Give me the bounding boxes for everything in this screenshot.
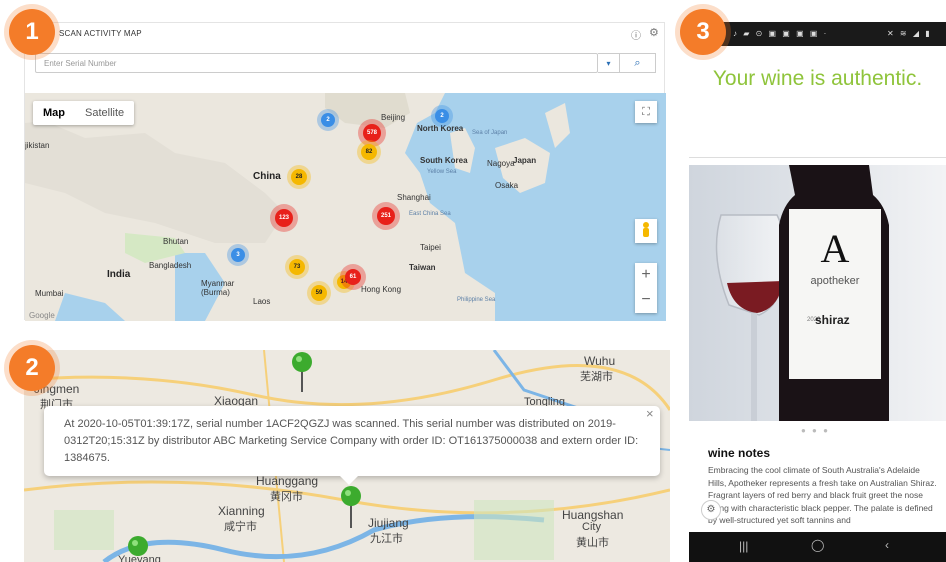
map-label-shanghai: Shanghai bbox=[397, 193, 431, 202]
map-label-huangshan: Huangshan bbox=[562, 508, 624, 522]
mobile-authentication-screen: ♪ ▰ ⊙ ▣ ▣ ▣ ▣ · ✕ ≋ ◢ ▮ Your wine is aut… bbox=[689, 22, 946, 562]
map-label-xianning-zh: 咸宁市 bbox=[224, 521, 257, 533]
map-type-toggle: Map Satellite bbox=[33, 101, 135, 125]
step-badge: 1 bbox=[9, 9, 55, 55]
step-badge: 3 bbox=[680, 9, 726, 55]
map-label-tajikistan: jikistan bbox=[25, 141, 50, 150]
wine-bottle-photo[interactable]: A apotheker 2020 shiraz bbox=[689, 165, 946, 421]
scan-cluster[interactable]: 2 bbox=[435, 109, 449, 123]
scan-cluster[interactable]: 82 bbox=[361, 144, 377, 160]
map-label-china: China bbox=[253, 171, 281, 182]
map-label-taiwan: Taiwan bbox=[409, 263, 436, 272]
map-view[interactable]: Map Satellite ⛶ + − China India North Ko… bbox=[25, 93, 666, 321]
scan-info-popup: At 2020-10-05T01:39:17Z, serial number 1… bbox=[44, 406, 660, 476]
map-pin-icon[interactable] bbox=[339, 484, 363, 530]
scan-cluster[interactable]: 123 bbox=[275, 209, 293, 227]
dropdown-caret-icon[interactable]: ▾ bbox=[598, 53, 620, 73]
wine-notes-heading: wine notes bbox=[708, 446, 771, 460]
map-label-wuhu-zh: 芜湖市 bbox=[580, 371, 613, 383]
popup-tail bbox=[340, 476, 358, 485]
scan-cluster[interactable]: 578 bbox=[363, 124, 381, 142]
map-label-wuhu: Wuhu bbox=[584, 354, 616, 368]
scan-cluster[interactable]: 251 bbox=[377, 207, 395, 225]
map-label-osaka: Osaka bbox=[495, 181, 519, 190]
street-view-pegman-icon[interactable] bbox=[635, 219, 657, 243]
settings-icon[interactable]: ⚙ bbox=[701, 500, 721, 520]
map-label-nagoya: Nagoya bbox=[487, 159, 515, 168]
map-label-jiujiang-zh: 九江市 bbox=[370, 533, 403, 545]
map-label-bhutan: Bhutan bbox=[163, 237, 189, 246]
wine-bottle-illustration bbox=[689, 165, 946, 421]
scan-cluster[interactable]: 73 bbox=[289, 259, 305, 275]
wine-varietal: shiraz bbox=[815, 313, 850, 327]
map-label-xianning: Xianning bbox=[218, 504, 265, 518]
map-label-north-korea: North Korea bbox=[417, 124, 464, 133]
brand-mark: A bbox=[820, 226, 850, 271]
map-pin-icon[interactable] bbox=[126, 534, 150, 562]
scan-activity-map-panel: SCAN ACTIVITY MAP ⓘ ⚙ Enter Serial Numbe… bbox=[24, 22, 666, 321]
scan-cluster[interactable]: 3 bbox=[231, 248, 245, 262]
map-label-huangshan-city: City bbox=[582, 521, 601, 533]
map-label-jiujiang: Jiujiang bbox=[368, 516, 409, 530]
map-label-laos: Laos bbox=[253, 297, 271, 306]
scan-cluster[interactable]: 28 bbox=[291, 169, 307, 185]
search-icon: ⌕ bbox=[634, 57, 641, 69]
map-type-map-button[interactable]: Map bbox=[33, 101, 75, 125]
map-label-huangshan-zh: 黄山市 bbox=[576, 537, 609, 549]
map-label-sea-of-japan: Sea of Japan bbox=[472, 130, 508, 136]
map-label-india: India bbox=[107, 269, 131, 280]
map-label-east-china-sea: East China Sea bbox=[409, 211, 451, 217]
back-icon[interactable]: ‹ bbox=[885, 538, 889, 552]
authentic-headline: Your wine is authentic. bbox=[712, 67, 923, 90]
notification-icons: ♪ ▰ ⊙ ▣ ▣ ▣ ▣ · bbox=[733, 29, 829, 38]
map-label-myanmar: Myanmar (Burma) bbox=[201, 279, 235, 297]
gear-icon[interactable]: ⚙ bbox=[649, 26, 661, 39]
system-status-icons: ✕ ≋ ◢ ▮ bbox=[887, 29, 932, 38]
map-type-satellite-button[interactable]: Satellite bbox=[75, 101, 134, 125]
map-pin-icon[interactable] bbox=[290, 350, 314, 394]
close-icon[interactable]: × bbox=[646, 406, 654, 421]
map-label-huanggang: Huanggang bbox=[256, 474, 319, 488]
map-label-bangladesh: Bangladesh bbox=[149, 261, 192, 270]
step-badge: 2 bbox=[9, 345, 55, 391]
map-label-huanggang-zh: 黄冈市 bbox=[270, 491, 303, 503]
recent-apps-icon[interactable]: ||| bbox=[739, 539, 748, 553]
map-label-philippine-sea: Philippine Sea bbox=[457, 297, 496, 303]
google-logo: Google bbox=[29, 311, 55, 320]
scan-cluster[interactable]: 61 bbox=[345, 269, 361, 285]
search-button[interactable]: ⌕ bbox=[620, 53, 656, 73]
map-label-japan: Japan bbox=[513, 156, 537, 165]
map-label-south-korea: South Korea bbox=[420, 156, 468, 165]
scan-cluster[interactable]: 59 bbox=[311, 285, 327, 301]
map-label-mumbai: Mumbai bbox=[35, 289, 64, 298]
brand-name: apotheker bbox=[810, 275, 860, 287]
info-icon[interactable]: ⓘ bbox=[631, 27, 643, 42]
fullscreen-icon[interactable]: ⛶ bbox=[635, 101, 657, 123]
zoom-controls: + − bbox=[635, 263, 657, 313]
zoom-in-button[interactable]: + bbox=[635, 263, 657, 288]
serial-search-input[interactable]: Enter Serial Number bbox=[35, 53, 598, 73]
android-nav-bar: ||| ◯ ‹ bbox=[689, 532, 946, 562]
map-label-hong-kong: Hong Kong bbox=[361, 285, 402, 294]
carousel-dots[interactable]: ● ● ● bbox=[801, 426, 830, 435]
status-bar: ♪ ▰ ⊙ ▣ ▣ ▣ ▣ · ✕ ≋ ◢ ▮ bbox=[689, 22, 946, 46]
map-label-yellow-sea: Yellow Sea bbox=[427, 169, 457, 175]
zoom-out-button[interactable]: − bbox=[635, 288, 657, 313]
scan-detail-map[interactable]: Jingmen 荆门市 Xiaogan Wuhu 芜湖市 Tongling Hu… bbox=[24, 350, 670, 562]
divider bbox=[689, 157, 946, 158]
map-label-beijing: Beijing bbox=[381, 113, 406, 122]
wine-notes-text: Embracing the cool climate of South Aust… bbox=[708, 465, 937, 525]
scan-cluster[interactable]: 2 bbox=[321, 113, 335, 127]
panel-header: SCAN ACTIVITY MAP ⓘ ⚙ bbox=[25, 23, 664, 45]
panel-title: SCAN ACTIVITY MAP bbox=[59, 29, 142, 38]
map-label-taipei: Taipei bbox=[420, 243, 441, 252]
home-icon[interactable]: ◯ bbox=[811, 538, 824, 552]
